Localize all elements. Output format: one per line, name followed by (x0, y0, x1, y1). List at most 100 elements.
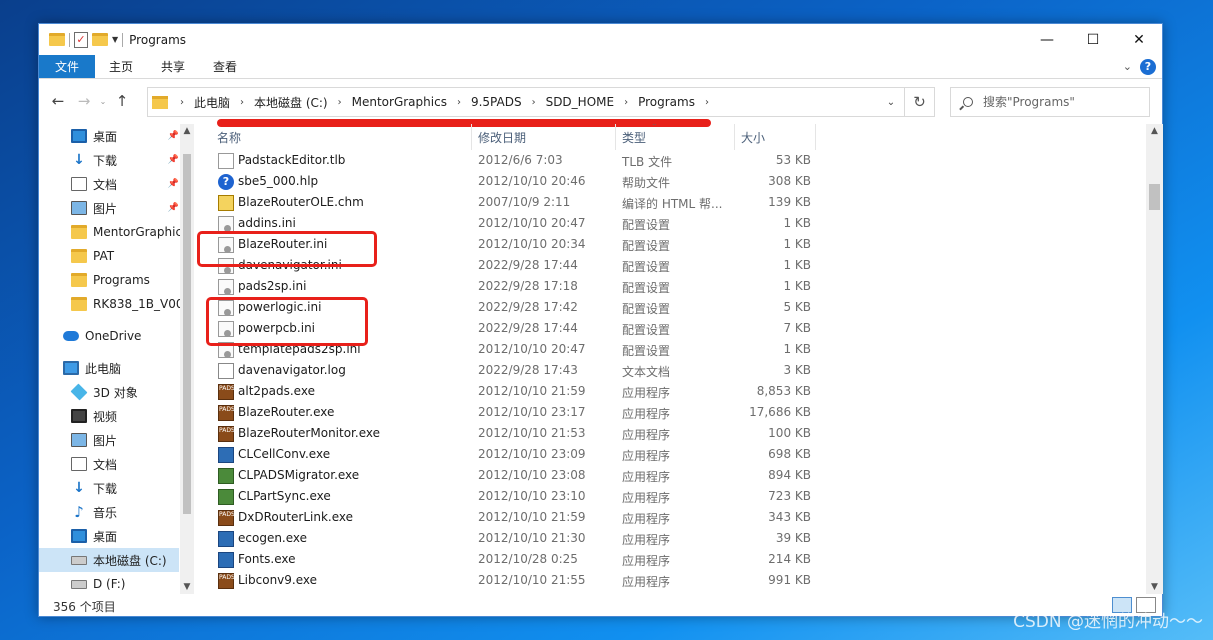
sidebar-item[interactable]: 此电脑 (39, 356, 179, 380)
sidebar-item[interactable]: 本地磁盘 (C:) (39, 548, 179, 572)
file-date: 2012/10/10 21:59 (478, 384, 586, 398)
pin-icon: 📌 (167, 155, 179, 165)
recent-locations-chevron-icon[interactable]: ⌄ (97, 97, 109, 106)
maximize-button[interactable]: ☐ (1070, 24, 1116, 55)
sidebar-item[interactable]: PAT (39, 244, 179, 268)
column-header-size[interactable]: 大小 (741, 124, 765, 150)
file-row[interactable]: PADS DxDRouterLink.exe 2012/10/10 21:59 应用程… (201, 507, 811, 528)
file-row[interactable]: pads2sp.ini 2022/9/28 17:18 配置设置 1 KB (201, 276, 811, 297)
download-icon: ↓ (73, 152, 85, 168)
column-header-type[interactable]: 类型 (622, 124, 646, 150)
address-bar[interactable]: › 此电脑 › 本地磁盘 (C:) › MentorGraphics › 9.5… (147, 87, 905, 117)
sidebar-item[interactable]: 3D 对象 (39, 380, 179, 404)
file-size: 39 KB (775, 531, 811, 545)
scrollbar-thumb[interactable] (1149, 184, 1160, 210)
folder-icon (71, 297, 87, 311)
sidebar-item[interactable]: ↓ 下载 (39, 476, 179, 500)
breadcrumb-this-pc[interactable]: 此电脑 (190, 94, 234, 111)
file-list-scrollbar[interactable]: ▲ ▼ (1146, 124, 1163, 594)
file-row[interactable]: PADS Libconv9.exe 2012/10/10 21:55 应用程序 991 … (201, 570, 811, 591)
refresh-button[interactable]: ↻ (905, 87, 935, 117)
sidebar-item[interactable]: RK838_1B_V00 (39, 292, 183, 316)
sidebar-item[interactable]: Programs (39, 268, 179, 292)
file-row[interactable]: PADS BlazeRouter.exe 2012/10/10 23:17 应用程序 1… (201, 402, 811, 423)
file-type: 应用程序 (622, 407, 671, 421)
column-divider[interactable] (615, 124, 616, 150)
pads-app-icon: PADS (218, 510, 235, 526)
column-header-date[interactable]: 修改日期 (478, 124, 526, 150)
close-button[interactable]: ✕ (1116, 24, 1162, 55)
breadcrumb-mentorgraphics[interactable]: MentorGraphics (348, 95, 451, 109)
column-divider[interactable] (734, 124, 735, 150)
sidebar-item[interactable]: 文档 📌 (39, 172, 179, 196)
forward-arrow-icon[interactable]: → (71, 92, 97, 110)
scroll-up-chevron-icon[interactable]: ▲ (180, 126, 194, 136)
file-row[interactable]: Fonts.exe 2012/10/28 0:25 应用程序 214 KB (201, 549, 811, 570)
breadcrumb-9-5pads[interactable]: 9.5PADS (467, 95, 526, 109)
navigation-pane-scrollbar[interactable]: ▲ ▼ (180, 124, 194, 594)
sidebar-item[interactable]: 文档 (39, 452, 179, 476)
address-history-chevron-icon[interactable]: ⌄ (878, 97, 904, 108)
file-row[interactable]: CLPartSync.exe 2012/10/10 23:10 应用程序 723 KB (201, 486, 811, 507)
file-size: 343 KB (768, 510, 811, 524)
help-icon[interactable]: ? (1140, 58, 1156, 75)
breadcrumb-chevron-icon[interactable]: › (526, 97, 542, 108)
breadcrumb-chevron-icon[interactable]: › (234, 97, 250, 108)
scroll-down-chevron-icon[interactable]: ▼ (1146, 582, 1163, 592)
file-row[interactable]: davenavigator.log 2022/9/28 17:43 文本文档 3 KB (201, 360, 811, 381)
tab-file[interactable]: 文件 (39, 55, 96, 78)
file-row[interactable]: PADS alt2pads.exe 2012/10/10 21:59 应用程序 8,85… (201, 381, 811, 402)
column-divider[interactable] (815, 124, 816, 150)
file-name: PadstackEditor.tlb (238, 153, 346, 167)
scroll-up-chevron-icon[interactable]: ▲ (1146, 126, 1163, 136)
text-file-icon (218, 363, 234, 379)
type-library-file-icon (218, 153, 234, 169)
column-header-name[interactable]: 名称 (217, 124, 241, 150)
breadcrumb-sdd-home[interactable]: SDD_HOME (542, 95, 619, 109)
customize-toolbar-chevron-icon[interactable]: ▼ (112, 35, 118, 44)
properties-icon[interactable]: ✓ (74, 31, 88, 48)
sort-caret-icon: ⌃ (651, 124, 658, 131)
breadcrumb-chevron-icon[interactable]: › (451, 97, 467, 108)
back-arrow-icon[interactable]: ← (45, 92, 71, 110)
tab-share[interactable]: 共享 (147, 55, 199, 78)
column-divider[interactable] (471, 124, 472, 150)
sidebar-item[interactable]: MentorGraphic (39, 220, 182, 244)
sidebar-item-label: 此电脑 (85, 361, 122, 376)
file-size: 17,686 KB (749, 405, 811, 419)
tab-view[interactable]: 查看 (199, 55, 251, 78)
file-row[interactable]: CLCellConv.exe 2012/10/10 23:09 应用程序 698 KB (201, 444, 811, 465)
sidebar-item[interactable]: 桌面 (39, 524, 179, 548)
sidebar-item[interactable]: ↓ 下载 📌 (39, 148, 179, 172)
breadcrumb-chevron-icon[interactable]: › (618, 97, 634, 108)
breadcrumb-chevron-icon[interactable]: › (699, 97, 715, 108)
file-row[interactable]: PadstackEditor.tlb 2012/6/6 7:03 TLB 文件 53 … (201, 150, 811, 171)
file-row[interactable]: ecogen.exe 2012/10/10 21:30 应用程序 39 KB (201, 528, 811, 549)
expand-ribbon-chevron-icon[interactable]: ⌄ (1123, 60, 1132, 73)
file-row[interactable]: PADS BlazeRouterMonitor.exe 2012/10/10 21:… (201, 423, 811, 444)
breadcrumb-chevron-icon[interactable]: › (332, 97, 348, 108)
file-row[interactable]: BlazeRouterOLE.chm 2007/10/9 2:11 编译的 HTML… (201, 192, 811, 213)
file-row[interactable]: ? sbe5_000.hlp 2012/10/10 20:46 帮助文件 308 KB (201, 171, 811, 192)
breadcrumb-chevron-icon[interactable]: › (174, 97, 190, 108)
sidebar-item[interactable]: OneDrive (39, 324, 179, 348)
sidebar-item-label: 下载 (93, 481, 118, 496)
search-box[interactable] (950, 87, 1150, 117)
breadcrumb-programs[interactable]: Programs (634, 95, 699, 109)
sidebar-item[interactable]: 视频 (39, 404, 179, 428)
new-folder-icon[interactable] (92, 33, 108, 46)
sidebar-item[interactable]: 图片 (39, 428, 179, 452)
sidebar-item[interactable]: D (F:) (39, 572, 179, 594)
up-arrow-icon[interactable]: ↑ (109, 92, 135, 110)
sidebar-item[interactable]: ♪ 音乐 (39, 500, 179, 524)
search-input[interactable] (983, 95, 1143, 109)
scrollbar-thumb[interactable] (183, 154, 191, 514)
minimize-button[interactable]: — (1024, 24, 1070, 55)
breadcrumb-local-disk-c[interactable]: 本地磁盘 (C:) (250, 94, 332, 111)
sidebar-item[interactable]: 桌面 📌 (39, 124, 179, 148)
tab-home[interactable]: 主页 (95, 55, 147, 78)
scroll-down-chevron-icon[interactable]: ▼ (180, 582, 194, 592)
file-name: Fonts.exe (238, 552, 296, 566)
sidebar-item[interactable]: 图片 📌 (39, 196, 179, 220)
file-row[interactable]: CLPADSMigrator.exe 2012/10/10 23:08 应用程序 89… (201, 465, 811, 486)
